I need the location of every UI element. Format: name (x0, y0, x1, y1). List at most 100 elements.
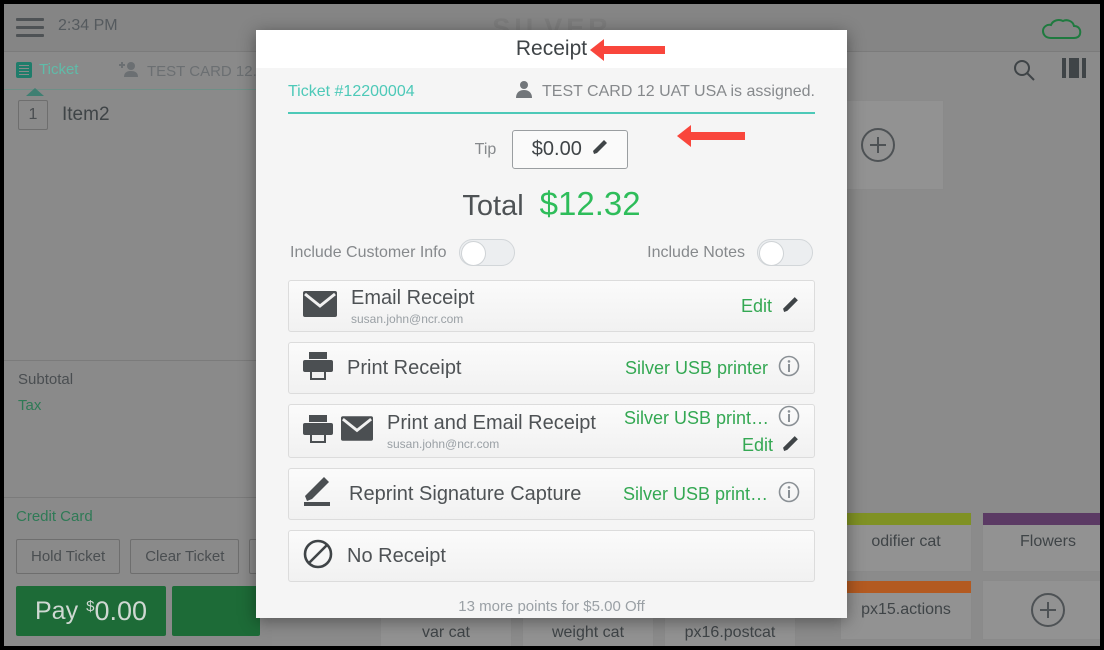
tab-customer[interactable]: TEST CARD 12... (118, 61, 265, 81)
option-title: Print Receipt (347, 356, 462, 379)
pay-button-amount: $0.00 (86, 595, 147, 626)
hold-ticket-button[interactable]: Hold Ticket (16, 539, 121, 574)
ticket-actions: Credit Card Hold Ticket Clear Ticket Pay… (4, 497, 284, 636)
tile-color-strip (983, 513, 1100, 525)
option-email-receipt[interactable]: Email Receipt susan.john@ncr.com Edit (288, 280, 815, 332)
option-textcol: Print and Email Receipt susan.john@ncr.c… (387, 412, 596, 451)
ticket-panel: Ticket TEST CARD 12... 1 Item2 Subtotal … (4, 52, 284, 646)
tab-ticket[interactable]: Ticket (16, 61, 78, 78)
line-item-qty: 1 (18, 100, 48, 130)
receipt-list-icon (16, 61, 32, 78)
cloud-icon (1041, 18, 1082, 40)
tile-add-more[interactable] (982, 580, 1100, 640)
assigned-text: TEST CARD 12 UAT USA is assigned. (542, 82, 815, 100)
tip-amount-button[interactable]: $0.00 (512, 130, 629, 169)
modal-body: Ticket #12200004 TEST CARD 12 UAT USA is… (256, 68, 847, 615)
ticket-button-row: Hold Ticket Clear Ticket (16, 539, 284, 574)
option-right[interactable]: Edit (741, 295, 800, 318)
option-print-and-email-receipt[interactable]: Print and Email Receipt susan.john@ncr.c… (288, 404, 815, 458)
option-title: Print and Email Receipt (387, 411, 596, 434)
line-item-name: Item2 (62, 104, 110, 125)
tax-label[interactable]: Tax (18, 397, 258, 414)
tile-color-strip (841, 513, 971, 525)
modal-header: Receipt (256, 30, 847, 68)
option-title: Reprint Signature Capture (349, 482, 582, 505)
envelope-icon (341, 416, 373, 446)
tip-amount-value: $0.00 (531, 138, 582, 160)
assigned-customer[interactable]: TEST CARD 12 UAT USA is assigned. (515, 80, 815, 103)
include-notes-toggle[interactable] (757, 239, 813, 266)
plus-circle-icon (1031, 593, 1065, 627)
tab-active-indicator (26, 88, 44, 96)
tender-credit-card-label[interactable]: Credit Card (16, 508, 260, 525)
option-reprint-signature-capture[interactable]: Reprint Signature Capture Silver USB pri… (288, 468, 815, 520)
pay-bar: Pay $0.00 (16, 586, 260, 636)
include-customer-info-toggle[interactable] (458, 239, 515, 266)
edit-link[interactable]: Edit (741, 296, 772, 317)
tile-color-strip (841, 581, 971, 593)
printer-icon (303, 351, 333, 385)
envelope-icon (303, 290, 337, 322)
printer-device-line[interactable]: Silver USB print… (624, 405, 800, 432)
info-icon[interactable] (778, 481, 800, 508)
tile-label: Flowers (1019, 533, 1076, 550)
receipt-modal: Receipt Ticket #12200004 TEST CARD 12 UA… (256, 30, 847, 618)
ticket-panel-tabs: Ticket TEST CARD 12... (4, 52, 272, 96)
loyalty-points-note: 13 more points for $5.00 Off (458, 598, 645, 615)
search-icon[interactable] (1012, 58, 1036, 87)
option-title: No Receipt (347, 544, 446, 567)
add-person-icon (118, 61, 140, 81)
no-entry-icon (303, 539, 333, 574)
option-right[interactable]: Silver USB print… Edit (624, 405, 800, 457)
pay-split-button[interactable] (172, 586, 260, 636)
printer-device-label: Silver USB print… (622, 483, 768, 504)
printer-device-label: Silver USB print… (623, 408, 769, 428)
option-right[interactable]: Silver USB printer (625, 355, 800, 382)
option-icons (303, 414, 373, 448)
option-print-receipt[interactable]: Print Receipt Silver USB printer (288, 342, 815, 394)
ticket-number[interactable]: Ticket #12200004 (288, 83, 415, 101)
annotation-arrow-tip (677, 125, 745, 147)
total-row: Total $12.32 (288, 185, 815, 223)
option-icons (303, 290, 337, 322)
edit-line[interactable]: Edit (742, 434, 800, 457)
option-title: Email Receipt (351, 286, 475, 309)
grid-layout-icon[interactable] (1062, 58, 1086, 87)
tile-label: var cat (421, 624, 470, 641)
tile-label: px16.postcat (684, 624, 776, 641)
info-icon[interactable] (778, 405, 800, 432)
edit-link[interactable]: Edit (742, 435, 773, 456)
option-no-receipt[interactable]: No Receipt (288, 530, 815, 582)
receipt-options-list: Email Receipt susan.john@ncr.com Edit Pr… (288, 280, 815, 582)
pay-button-label: Pay (35, 596, 79, 625)
annotation-arrow-title (590, 39, 665, 61)
option-icons (303, 539, 333, 574)
option-main: Reprint Signature Capture (349, 483, 623, 506)
pencil-icon[interactable] (782, 434, 800, 457)
ticket-line-item[interactable]: 1 Item2 (4, 100, 272, 130)
include-notes-label: Include Notes (647, 243, 745, 261)
clear-ticket-button[interactable]: Clear Ticket (130, 539, 240, 574)
plus-circle-icon (861, 128, 895, 162)
subtotal-label: Subtotal (18, 371, 74, 388)
pay-button[interactable]: Pay $0.00 (16, 586, 166, 636)
tile-modifier-cat[interactable]: odifier cat (840, 512, 972, 572)
signature-pencil-icon (303, 476, 335, 512)
option-main: No Receipt (347, 545, 800, 568)
include-notes-group: Include Notes (647, 239, 813, 266)
menu-toolbar (1012, 58, 1086, 87)
info-icon[interactable] (778, 355, 800, 382)
option-main: Print Receipt (347, 357, 625, 380)
tile-label: weight cat (551, 624, 625, 641)
option-subtitle: susan.john@ncr.com (351, 311, 464, 326)
tile-flowers[interactable]: Flowers (982, 512, 1100, 572)
tile-label: odifier cat (871, 533, 941, 550)
pencil-icon (592, 138, 609, 161)
pencil-icon[interactable] (782, 295, 800, 318)
toggle-row: Include Customer Info Include Notes (288, 239, 815, 266)
option-textcol: Email Receipt susan.john@ncr.com (351, 287, 474, 326)
tile-px15-actions[interactable]: px15.actions (840, 580, 972, 640)
person-icon (515, 80, 533, 103)
option-right[interactable]: Silver USB print… (623, 481, 800, 508)
option-main: Print and Email Receipt susan.john@ncr.c… (387, 412, 624, 451)
